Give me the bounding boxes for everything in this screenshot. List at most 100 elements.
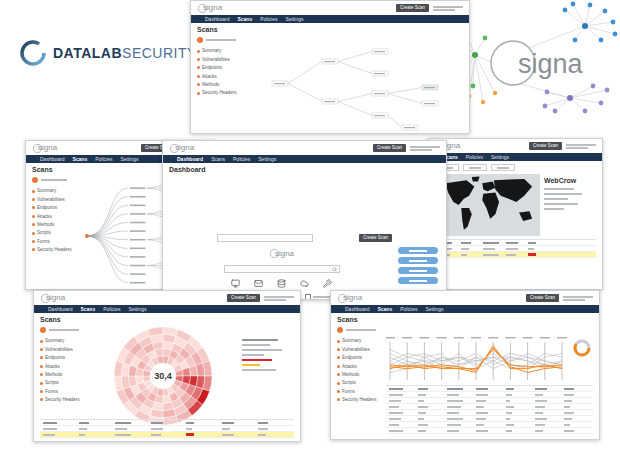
nav-item[interactable]: Policies xyxy=(233,156,250,162)
table-row[interactable] xyxy=(40,432,294,438)
nav-item[interactable]: Scans xyxy=(80,306,95,312)
heatmap-cell[interactable] xyxy=(148,327,163,336)
heatmap-cell[interactable] xyxy=(114,361,123,376)
nav-item[interactable]: Policies xyxy=(260,16,277,22)
sidebar-item[interactable]: Endpoints xyxy=(197,65,241,70)
nav-item[interactable]: Policies xyxy=(400,306,417,312)
scan-url-field[interactable] xyxy=(217,234,313,242)
sidebar-item[interactable]: Security Headers xyxy=(197,90,241,95)
world-map[interactable] xyxy=(435,174,540,236)
diagram-node[interactable] xyxy=(322,99,338,104)
sidebar-item[interactable]: Security Headers xyxy=(40,397,84,402)
heatmap-cell[interactable] xyxy=(203,361,212,376)
heatmap-cell[interactable] xyxy=(116,389,129,405)
sidebar-item[interactable]: Attacks xyxy=(40,364,84,369)
option-checkbox[interactable] xyxy=(305,294,331,300)
nav-item[interactable]: Scans xyxy=(211,156,225,162)
shortcut-button[interactable] xyxy=(398,257,438,264)
sidebar-item[interactable]: Endpoints xyxy=(40,355,84,360)
nav-item[interactable]: Settings xyxy=(120,156,138,162)
diagram-node[interactable] xyxy=(372,49,388,54)
sidebar-item[interactable]: Forms xyxy=(32,239,76,244)
header-button[interactable]: Create Scan xyxy=(529,142,562,150)
monitor-icon[interactable] xyxy=(231,279,240,288)
wrench-icon[interactable] xyxy=(323,279,332,288)
diagram-node[interactable] xyxy=(422,85,438,90)
series-line[interactable] xyxy=(390,348,562,373)
radial-heatmap[interactable]: 30,4 xyxy=(113,326,213,426)
diagram-node[interactable] xyxy=(372,91,388,96)
heatmap-cell[interactable] xyxy=(155,349,163,357)
heatmap-cell[interactable] xyxy=(197,347,210,363)
search-field[interactable] xyxy=(224,265,340,273)
parallel-coordinates-chart[interactable] xyxy=(386,336,592,382)
sidebar-item[interactable]: Vulnerabilities xyxy=(32,197,76,202)
nav-item[interactable]: Dashboard xyxy=(40,156,64,162)
sidebar-item[interactable]: Vulnerabilities xyxy=(40,347,84,352)
tab[interactable] xyxy=(491,164,515,171)
cloud-icon[interactable] xyxy=(300,279,309,288)
nav-item[interactable]: Dashboard xyxy=(345,306,369,312)
diagram-node[interactable] xyxy=(402,125,418,130)
sidebar-item[interactable]: Scripts xyxy=(32,230,76,235)
diagram-node[interactable] xyxy=(422,101,438,106)
sidebar-item[interactable]: Methods xyxy=(337,372,381,377)
heatmap-cell[interactable] xyxy=(163,395,171,403)
heatmap-cell[interactable] xyxy=(203,376,212,391)
diagram-node[interactable] xyxy=(322,59,338,64)
heatmap-cell[interactable] xyxy=(182,368,190,376)
diagram-node[interactable] xyxy=(272,81,288,86)
header-button[interactable]: Create Scan xyxy=(526,294,559,302)
sidebar-item[interactable]: Summary xyxy=(337,338,381,343)
heatmap-cell[interactable] xyxy=(134,330,150,343)
sidebar-item[interactable]: Endpoints xyxy=(32,205,76,210)
sidebar-item[interactable]: Scripts xyxy=(337,380,381,385)
root-node-icon[interactable] xyxy=(85,234,89,238)
heatmap-cell[interactable] xyxy=(163,416,178,425)
nav-item[interactable]: Policies xyxy=(466,154,483,160)
heatmap-cell[interactable] xyxy=(163,389,169,397)
create-scan-button[interactable]: Create Scan xyxy=(359,234,392,242)
heatmap-cell[interactable] xyxy=(148,416,163,425)
sidebar-item[interactable]: Summary xyxy=(32,188,76,193)
nav-item[interactable]: Scans xyxy=(377,306,392,312)
sidebar-item[interactable]: Methods xyxy=(197,82,241,87)
sidebar-item[interactable]: Forms xyxy=(337,389,381,394)
heatmap-cell[interactable] xyxy=(114,376,123,391)
shortcut-button[interactable] xyxy=(398,267,438,274)
nav-item[interactable]: Policies xyxy=(103,306,120,312)
heatmap-cell[interactable] xyxy=(175,370,183,376)
shortcut-button[interactable] xyxy=(398,277,438,284)
nav-item[interactable]: Dashboard xyxy=(177,156,203,162)
heatmap-cell[interactable] xyxy=(163,327,178,336)
table-row[interactable] xyxy=(386,428,593,434)
mail-icon[interactable] xyxy=(254,279,263,288)
nav-item[interactable]: Scans xyxy=(237,16,252,22)
sidebar-item[interactable]: Security Headers xyxy=(337,397,381,402)
nav-item[interactable]: Dashboard xyxy=(205,16,229,22)
series-line[interactable] xyxy=(390,350,562,369)
sidebar-item[interactable]: Summary xyxy=(40,338,84,343)
nav-item[interactable]: Scans xyxy=(72,156,87,162)
series-line[interactable] xyxy=(390,358,562,366)
nav-item[interactable]: Settings xyxy=(425,306,443,312)
table-row[interactable] xyxy=(435,252,596,258)
nav-item[interactable]: Policies xyxy=(95,156,112,162)
nav-item[interactable]: Settings xyxy=(258,156,276,162)
database-icon[interactable] xyxy=(277,279,286,288)
diagram-node[interactable] xyxy=(372,113,388,118)
tab[interactable] xyxy=(463,164,487,171)
diagram-node[interactable] xyxy=(372,71,388,76)
sidebar-item[interactable]: Scripts xyxy=(40,380,84,385)
sidebar-item[interactable]: Methods xyxy=(40,372,84,377)
sidebar-item[interactable]: Attacks xyxy=(32,214,76,219)
nav-item[interactable]: Settings xyxy=(128,306,146,312)
nav-item[interactable]: Settings xyxy=(285,16,303,22)
heatmap-cell[interactable] xyxy=(136,376,144,384)
sidebar-item[interactable]: Vulnerabilities xyxy=(337,347,381,352)
series-line[interactable] xyxy=(390,354,562,373)
heatmap-cell[interactable] xyxy=(143,376,151,382)
sidebar-item[interactable]: Attacks xyxy=(197,74,241,79)
heatmap-cell[interactable] xyxy=(157,356,163,364)
header-button[interactable]: Create Scan xyxy=(227,294,260,302)
